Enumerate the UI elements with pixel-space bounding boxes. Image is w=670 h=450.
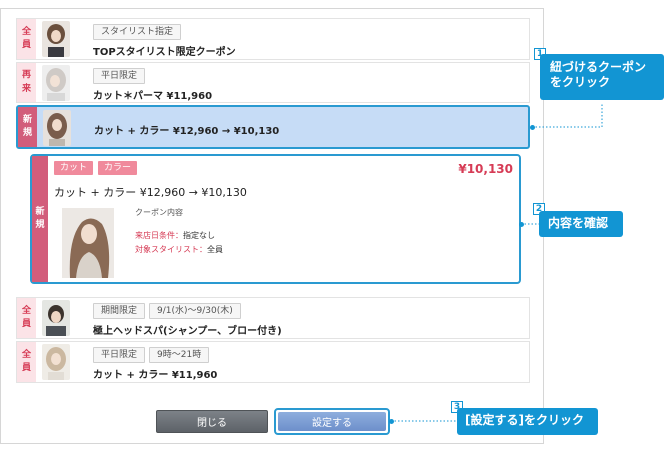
target-badge: 新 規 bbox=[32, 156, 48, 282]
coupon-detail-card: 新 規 カット カラー ¥10,130 カット + カラー ¥12,960 → … bbox=[30, 154, 521, 284]
coupon-chip: 平日限定 bbox=[93, 68, 146, 84]
coupon-chip: 9/1(水)～9/30(木) bbox=[149, 303, 241, 319]
callout-text: 内容を確認 bbox=[548, 216, 609, 230]
condition-key: 対象スタイリスト： bbox=[135, 245, 207, 254]
callout-text: [設定する]をクリック bbox=[465, 413, 584, 427]
style-thumbnail bbox=[42, 65, 70, 101]
coupon-title: カット＊パーマ ¥11,960 bbox=[93, 91, 213, 102]
coupon-title: カット + カラー ¥11,960 bbox=[93, 370, 218, 381]
callout-step-1: 紐づけるクーポン をクリック bbox=[540, 54, 664, 100]
target-badge: 新 規 bbox=[18, 107, 37, 147]
coupon-row[interactable]: 再 来 平日限定 カット＊パーマ ¥11,960 bbox=[16, 62, 530, 103]
coupon-title: カット + カラー ¥12,960 → ¥10,130 bbox=[94, 126, 280, 137]
badge-char: 来 bbox=[21, 83, 31, 94]
target-badge: 全 員 bbox=[17, 298, 36, 338]
coupon-row[interactable]: 全 員 スタイリスト指定 TOPスタイリスト限定クーポン bbox=[16, 18, 530, 60]
callout-step-3: [設定する]をクリック bbox=[457, 408, 598, 435]
badge-char: 員 bbox=[21, 40, 31, 50]
callout-text: をクリック bbox=[550, 75, 611, 89]
connector-dot bbox=[389, 419, 394, 424]
target-badge: 再 来 bbox=[17, 63, 36, 102]
menu-chip: カラー bbox=[98, 161, 138, 175]
badge-char: 員 bbox=[21, 363, 31, 373]
condition-value: 全員 bbox=[207, 245, 223, 254]
target-badge: 全 員 bbox=[17, 19, 36, 59]
coupon-title: 極上ヘッドスパ(シャンプー、ブロー付き) bbox=[93, 326, 282, 337]
style-thumbnail bbox=[42, 300, 70, 336]
set-button-label: 設定する bbox=[278, 412, 386, 431]
coupon-price: ¥10,130 bbox=[458, 162, 513, 176]
set-button[interactable]: 設定する bbox=[274, 408, 390, 435]
badge-char: 規 bbox=[22, 128, 32, 138]
badge-char: 全 bbox=[21, 349, 31, 360]
coupon-chip: 平日限定 bbox=[93, 347, 146, 363]
coupon-title: カット + カラー ¥12,960 → ¥10,130 bbox=[54, 186, 247, 199]
callout-step-2: 内容を確認 bbox=[539, 211, 623, 237]
badge-char: 新 bbox=[35, 206, 45, 217]
stylist-condition: 対象スタイリスト：全員 bbox=[135, 244, 223, 255]
badge-char: 全 bbox=[21, 305, 31, 316]
badge-char: 全 bbox=[21, 26, 31, 37]
badge-char: 規 bbox=[35, 220, 45, 230]
coupon-chip: 9時～21時 bbox=[149, 347, 210, 363]
badge-char: 再 bbox=[21, 70, 31, 81]
stylist-thumbnail bbox=[42, 21, 70, 57]
badge-char: 新 bbox=[22, 114, 32, 125]
menu-chip: カット bbox=[54, 161, 94, 175]
style-thumbnail bbox=[42, 344, 70, 380]
style-thumbnail bbox=[43, 110, 71, 146]
style-photo bbox=[62, 208, 114, 278]
coupon-chip: スタイリスト指定 bbox=[93, 24, 182, 40]
target-badge: 全 員 bbox=[17, 342, 36, 382]
close-button[interactable]: 閉じる bbox=[156, 410, 268, 433]
visit-condition: 来店日条件：指定なし bbox=[135, 230, 215, 241]
connector-dot bbox=[519, 222, 524, 227]
callout-text: 紐づけるクーポン bbox=[550, 60, 647, 74]
coupon-chip: 期間限定 bbox=[93, 303, 146, 319]
condition-key: 来店日条件： bbox=[135, 231, 183, 240]
coupon-title: TOPスタイリスト限定クーポン bbox=[93, 47, 236, 58]
coupon-content-label: クーポン内容 bbox=[135, 208, 183, 217]
coupon-row[interactable]: 全 員 平日限定 9時～21時 カット + カラー ¥11,960 bbox=[16, 341, 530, 383]
coupon-row[interactable]: 全 員 期間限定 9/1(水)～9/30(木) 極上ヘッドスパ(シャンプー、ブロ… bbox=[16, 297, 530, 339]
connector-dot bbox=[530, 125, 535, 130]
badge-char: 員 bbox=[21, 319, 31, 329]
coupon-row-selected[interactable]: 新 規 カット + カラー ¥12,960 → ¥10,130 bbox=[16, 105, 530, 149]
condition-value: 指定なし bbox=[183, 231, 215, 240]
